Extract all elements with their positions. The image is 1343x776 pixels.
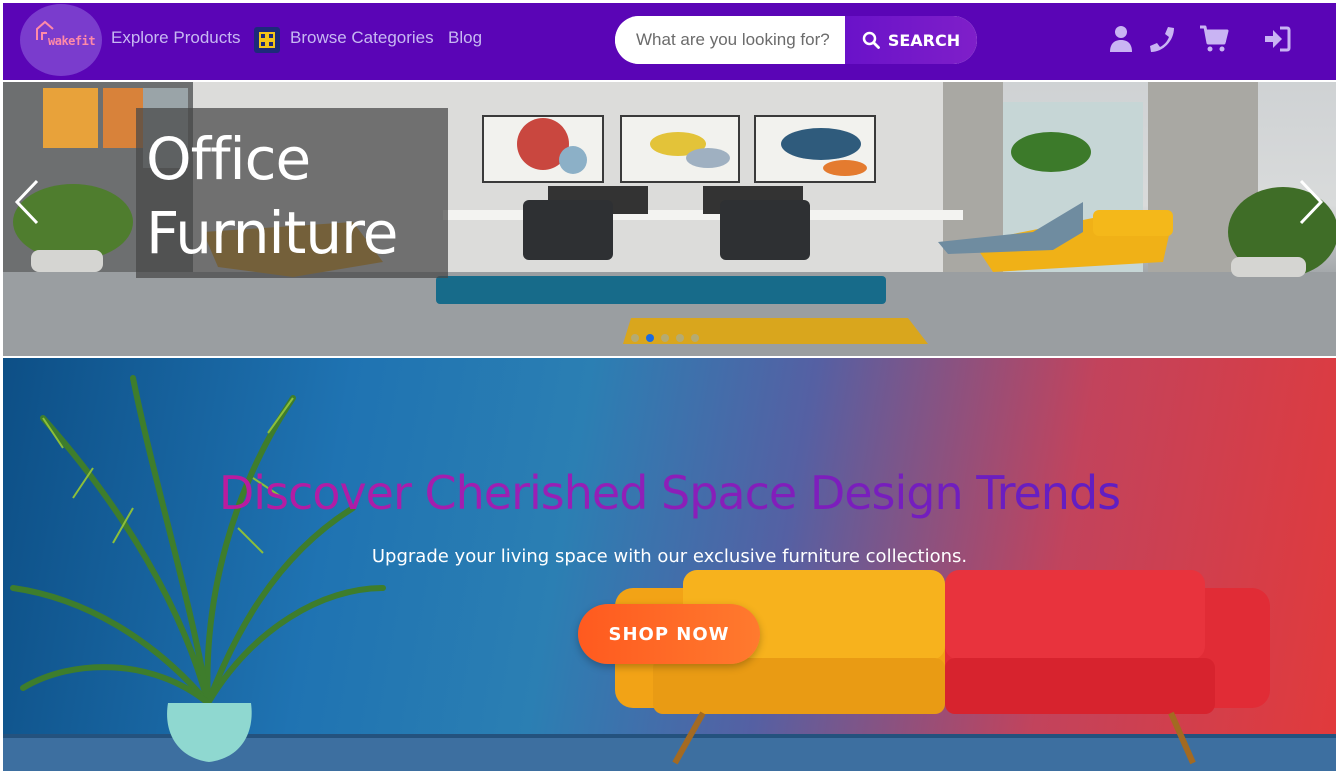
promo-subheading: Upgrade your living space with our exclu… — [371, 546, 968, 567]
chevron-left-icon[interactable] — [13, 178, 43, 226]
grid-icon[interactable] — [254, 27, 280, 53]
blog-link[interactable]: Blog — [448, 28, 482, 48]
explore-products-link[interactable]: Explore Products — [111, 28, 240, 48]
logo-text: wakefit — [48, 34, 96, 48]
search-input[interactable] — [615, 16, 845, 64]
brand-logo[interactable]: wakefit — [20, 4, 102, 76]
user-icon[interactable] — [1109, 25, 1133, 53]
cart-icon[interactable] — [1199, 25, 1229, 53]
slide-title: Office Furniture — [146, 125, 398, 267]
browse-categories-link[interactable]: Browse Categories — [290, 28, 434, 48]
carousel-dot[interactable] — [661, 334, 669, 342]
carousel-dot[interactable] — [631, 334, 639, 342]
search-button-label: SEARCH — [887, 30, 961, 50]
carousel-dot[interactable] — [691, 334, 699, 342]
shop-now-button[interactable]: SHOP NOW — [578, 604, 760, 664]
promo-heading: Discover Cherished Space Design Trends — [3, 466, 1336, 520]
chevron-right-icon[interactable] — [1295, 178, 1325, 226]
search-icon — [862, 31, 880, 49]
search-bar: SEARCH — [615, 16, 977, 64]
login-icon[interactable] — [1263, 25, 1291, 53]
carousel-indicators — [631, 334, 699, 342]
phone-icon[interactable] — [1148, 25, 1176, 53]
top-navbar: wakefit Explore Products Browse Categori… — [3, 3, 1336, 80]
hero-carousel: Office Furniture — [3, 82, 1336, 356]
promo-banner: Discover Cherished Space Design Trends U… — [3, 358, 1336, 771]
carousel-dot-active[interactable] — [646, 334, 654, 342]
carousel-dot[interactable] — [676, 334, 684, 342]
search-button[interactable]: SEARCH — [845, 16, 977, 64]
